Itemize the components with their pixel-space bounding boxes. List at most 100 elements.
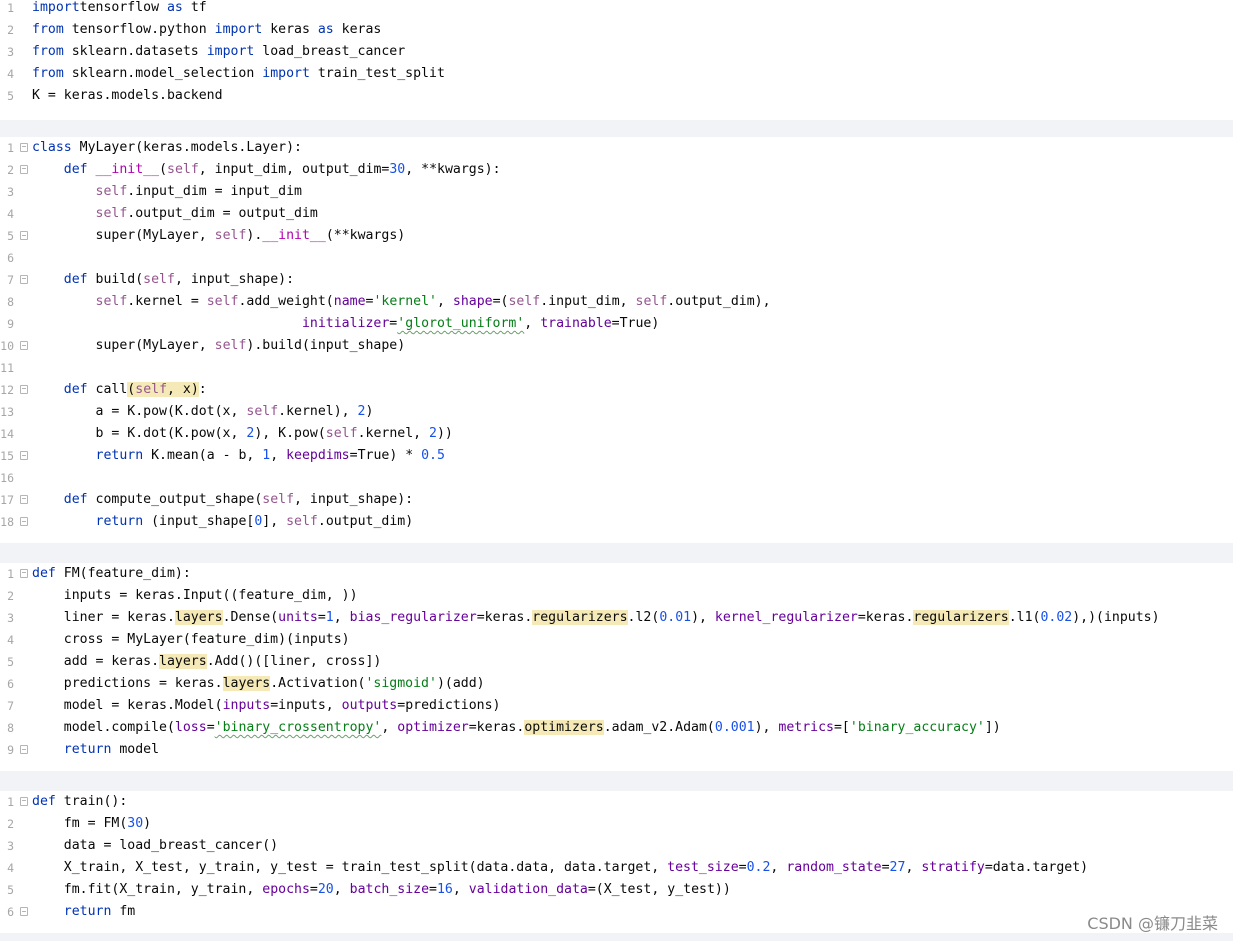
code-token: ,: [333, 610, 350, 625]
code-line[interactable]: 1 importtensorflow as tf: [0, 0, 1233, 19]
fold-end-icon[interactable]: [20, 341, 28, 350]
code-line[interactable]: 3 data = load_breast_cancer(): [0, 835, 1233, 857]
code-line[interactable]: 4 X_train, X_test, y_train, y_test = tra…: [0, 857, 1233, 879]
code-line[interactable]: 2 from tensorflow.python import keras as …: [0, 19, 1233, 41]
code-text: b = K.dot(K.pow(x, 2), K.pow(self.kernel…: [32, 423, 453, 445]
code-token: =predictions): [397, 698, 501, 713]
line-number: 4: [7, 861, 14, 875]
code-line[interactable]: 18 return (input_shape[0], self.output_d…: [0, 511, 1233, 533]
code-token: model.compile(: [32, 720, 175, 735]
code-token: return: [95, 514, 144, 529]
line-number: 6: [7, 251, 14, 265]
code-token: return: [63, 742, 112, 757]
code-token: X_train, X_test, y_train, y_test = train…: [32, 860, 668, 875]
code-token: .input_dim,: [540, 294, 636, 309]
code-token: train_test_split: [309, 66, 445, 81]
code-line[interactable]: 6 return fm: [0, 901, 1233, 923]
line-number: 8: [7, 295, 14, 309]
line-number: 15: [0, 449, 14, 463]
code-line[interactable]: 2 fm = FM(30): [0, 813, 1233, 835]
code-token: MyLayer(keras.models.Layer):: [71, 140, 302, 155]
code-token: outputs: [341, 698, 398, 713]
code-line[interactable]: 6 predictions = keras.layers.Activation(…: [0, 673, 1233, 695]
code-token: )): [436, 426, 453, 441]
code-text: predictions = keras.layers.Activation('s…: [32, 673, 485, 695]
code-token: 'sigmoid': [365, 676, 437, 691]
code-line[interactable]: 15 return K.mean(a - b, 1, keepdims=True…: [0, 445, 1233, 467]
fold-open-icon[interactable]: [20, 569, 28, 578]
code-token: =: [206, 720, 215, 735]
fold-end-icon[interactable]: [20, 517, 28, 526]
code-token: layers: [159, 654, 207, 669]
code-token: predictions = keras.: [32, 676, 223, 691]
code-token: layers: [174, 610, 223, 625]
code-token: =(X_test, y_test)): [587, 882, 731, 897]
code-token: liner = keras.: [32, 610, 175, 625]
code-token: random_state: [786, 860, 882, 875]
code-token: =True) *: [349, 448, 422, 463]
code-line[interactable]: 7 def build(self, input_shape):: [0, 269, 1233, 291]
code-line[interactable]: 3 from sklearn.datasets import load_breas…: [0, 41, 1233, 63]
code-token: sklearn.datasets: [63, 44, 207, 59]
code-token: self: [508, 294, 541, 309]
fold-end-icon[interactable]: [20, 745, 28, 754]
code-line[interactable]: 6: [0, 247, 1233, 269]
code-line[interactable]: 17 def compute_output_shape(self, input_…: [0, 489, 1233, 511]
code-line[interactable]: 7 model = keras.Model(inputs=inputs, out…: [0, 695, 1233, 717]
code-line[interactable]: 12 def call(self, x):: [0, 379, 1233, 401]
fold-open-icon[interactable]: [20, 165, 28, 174]
fold-open-icon[interactable]: [20, 385, 28, 394]
code-token: build(: [87, 272, 144, 287]
code-token: , x): [167, 382, 199, 397]
code-text: class MyLayer(keras.models.Layer):: [32, 137, 302, 159]
code-line[interactable]: 2 inputs = keras.Input((feature_dim, )): [0, 585, 1233, 607]
code-line[interactable]: 1 def FM(feature_dim):: [0, 563, 1233, 585]
fold-end-icon[interactable]: [20, 231, 28, 240]
fold-open-icon[interactable]: [20, 143, 28, 152]
code-token: self: [635, 294, 668, 309]
code-token: 0.02: [1040, 610, 1073, 625]
fold-open-icon[interactable]: [20, 275, 28, 284]
code-line[interactable]: 5 super(MyLayer, self).__init__(**kwargs…: [0, 225, 1233, 247]
code-token: .add_weight(: [238, 294, 334, 309]
code-line[interactable]: 9 return model: [0, 739, 1233, 761]
line-number: 17: [0, 493, 14, 507]
fold-open-icon[interactable]: [20, 797, 28, 806]
code-token: tf: [182, 0, 207, 15]
code-line[interactable]: 1 class MyLayer(keras.models.Layer):: [0, 137, 1233, 159]
code-line[interactable]: 5 add = keras.layers.Add()([liner, cross…: [0, 651, 1233, 673]
fold-end-icon[interactable]: [20, 451, 28, 460]
code-line[interactable]: 5 K = keras.models.backend: [0, 85, 1233, 107]
line-number: 1: [7, 567, 14, 581]
code-line[interactable]: 4 self.output_dim = output_dim: [0, 203, 1233, 225]
code-line[interactable]: 14 b = K.dot(K.pow(x, 2), K.pow(self.ker…: [0, 423, 1233, 445]
code-token: =data.target): [984, 860, 1089, 875]
line-number: 13: [0, 405, 14, 419]
code-line[interactable]: 9 initializer='glorot_uniform', trainabl…: [0, 313, 1233, 335]
code-token: .output_dim),: [667, 294, 771, 309]
code-line[interactable]: 16: [0, 467, 1233, 489]
code-line[interactable]: 13 a = K.pow(K.dot(x, self.kernel), 2): [0, 401, 1233, 423]
code-line[interactable]: 4 cross = MyLayer(feature_dim)(inputs): [0, 629, 1233, 651]
code-line[interactable]: 3 liner = keras.layers.Dense(units=1, bi…: [0, 607, 1233, 629]
code-token: 0.5: [421, 448, 445, 463]
code-line[interactable]: 3 self.input_dim = input_dim: [0, 181, 1233, 203]
code-token: =keras.: [468, 720, 525, 735]
code-line[interactable]: 8 model.compile(loss='binary_crossentrop…: [0, 717, 1233, 739]
code-token: self: [95, 294, 128, 309]
code-token: optimizer: [397, 720, 469, 735]
code-line[interactable]: 10 super(MyLayer, self).build(input_shap…: [0, 335, 1233, 357]
fold-end-icon[interactable]: [20, 907, 28, 916]
code-line[interactable]: 5 fm.fit(X_train, y_train, epochs=20, ba…: [0, 879, 1233, 901]
code-token: 30: [127, 816, 144, 831]
code-token: .Activation(: [270, 676, 366, 691]
code-line[interactable]: 8 self.kernel = self.add_weight(name='ke…: [0, 291, 1233, 313]
code-line[interactable]: 4 from sklearn.model_selection import tra…: [0, 63, 1233, 85]
code-token: ).: [246, 228, 263, 243]
fold-open-icon[interactable]: [20, 495, 28, 504]
code-line[interactable]: 11: [0, 357, 1233, 379]
code-line[interactable]: 2 def __init__(self, input_dim, output_d…: [0, 159, 1233, 181]
code-token: 'binary_accuracy': [849, 720, 985, 735]
code-token: load_breast_cancer: [254, 44, 406, 59]
code-line[interactable]: 1 def train():: [0, 791, 1233, 813]
